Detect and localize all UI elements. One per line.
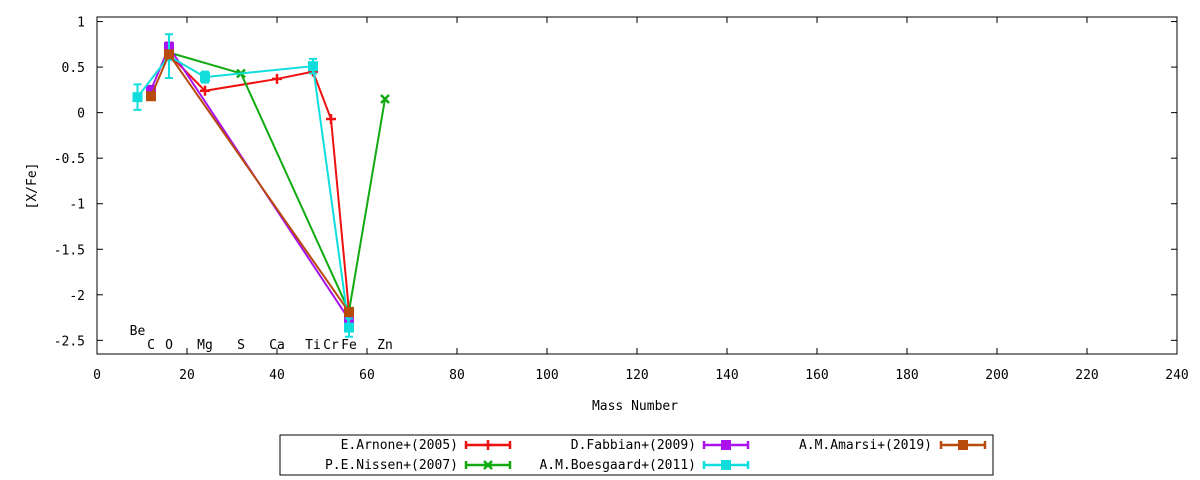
data-point [721,440,731,450]
axes: 0 20 40 60 80 100 120 140 160 180 200 220 240 1 0.5 0 -0… [54,16,1189,383]
data-point [164,49,174,60]
element-label: Fe [341,338,357,353]
x-tick-label: 140 [715,368,738,383]
data-point [344,307,354,318]
element-label: Ti [305,338,321,353]
series-2 [164,47,390,317]
element-label: Ca [269,338,285,353]
x-axis-title: Mass Number [592,399,678,414]
legend: E.Arnone+(2005) P.E.Nissen+(2007) D.Fabbia… [279,434,994,476]
data-point [132,92,143,103]
element-label: Zn [377,338,393,353]
data-point [958,440,968,450]
element-label: Cr [323,338,339,353]
y-axis-title: [X/Fe] [25,163,40,210]
series-5 [146,49,354,318]
chart: 0 20 40 60 80 100 120 140 160 180 200 220 240 1 0.5 0 -0… [25,16,1189,476]
series-line [136,54,350,328]
x-tick-label: 100 [535,368,558,383]
data-point [308,61,318,72]
legend-label: A.M.Boesgaard+(2011) [539,458,696,473]
element-label: Mg [197,338,213,353]
y-tick-label: -2 [69,289,85,304]
legend-label: D.Fabbian+(2009) [571,438,696,453]
y-tick-label: 0 [77,107,85,122]
y-tick-label: 0.5 [62,61,85,76]
element-label: O [165,338,173,353]
data-point [721,460,731,470]
element-label: C [147,338,155,353]
x-tick-label: 40 [269,368,285,383]
legend-label: P.E.Nissen+(2007) [325,458,458,473]
series [132,33,390,338]
y-tick-label: -2.5 [54,334,85,349]
x-tick-label: 240 [1165,368,1188,383]
data-point [344,322,354,333]
element-label: Be [130,324,146,339]
x-tick-label: 220 [1075,368,1098,383]
plot-frame [96,16,1178,355]
data-point [200,72,210,83]
x-tick-label: 160 [805,368,828,383]
x-tick-label: 80 [449,368,465,383]
data-point [146,91,156,102]
x-tick-label: 200 [985,368,1008,383]
x-tick-label: 120 [625,368,648,383]
y-tick-label: -1 [69,198,85,213]
y-tick-label: 1 [77,16,85,31]
legend-label: A.M.Amarsi+(2019) [799,438,932,453]
y-tick-label: -1.5 [54,243,85,258]
legend-label: E.Arnone+(2005) [341,438,458,453]
y-tick-label: -0.5 [54,152,85,167]
x-tick-label: 20 [179,368,195,383]
series-3 [146,41,354,325]
data-point [326,114,336,125]
x-tick-label: 180 [895,368,918,383]
element-label: S [237,338,245,353]
x-tick-label: 0 [93,368,101,383]
data-point [272,73,282,84]
x-tick-label: 60 [359,368,375,383]
